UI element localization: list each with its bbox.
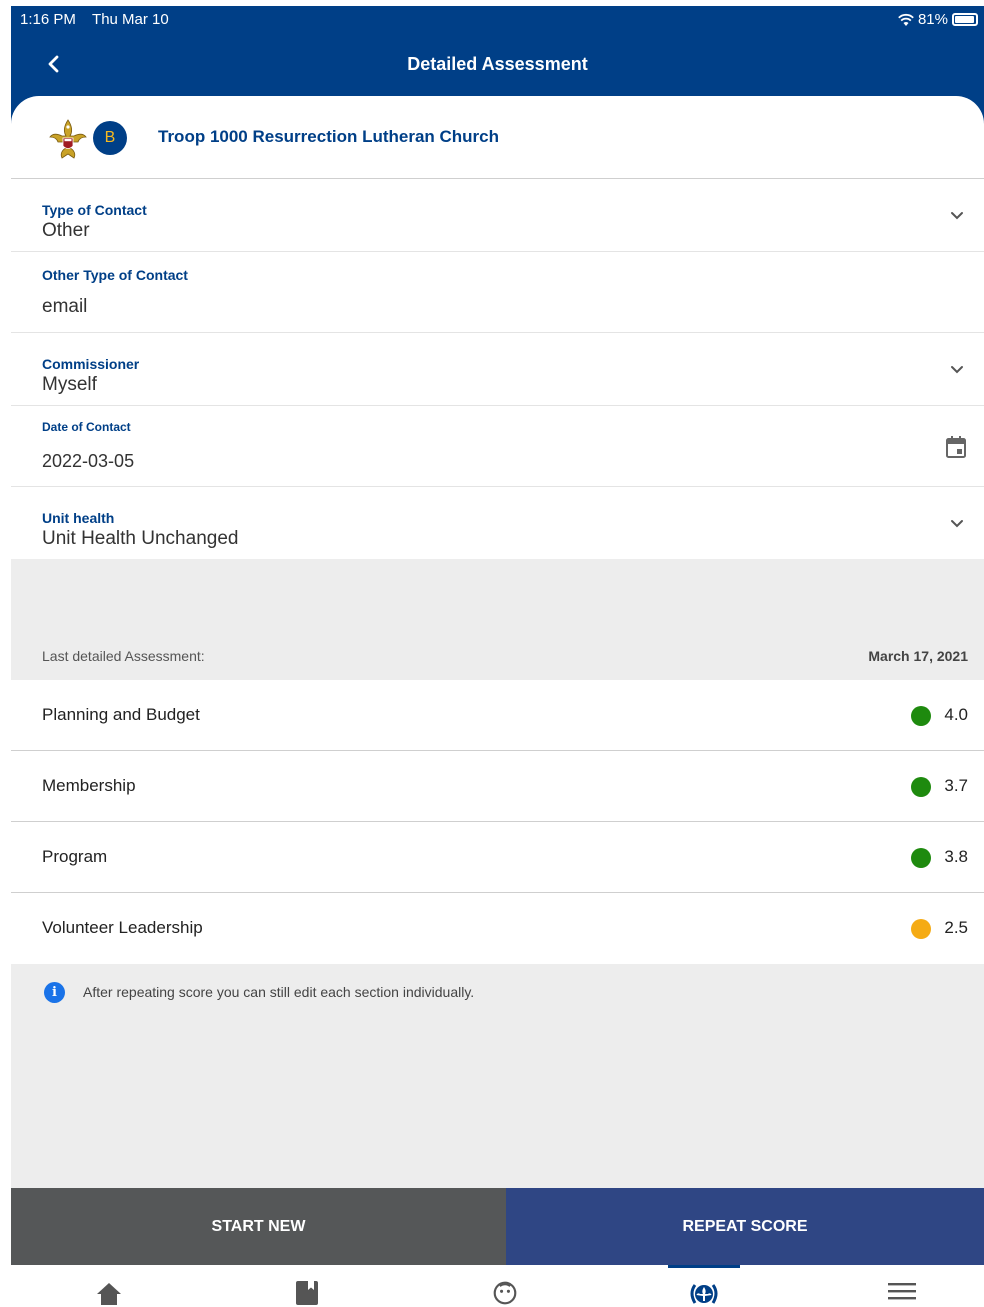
book-icon: [296, 1281, 318, 1305]
info-icon: i: [44, 982, 65, 1003]
score-value: 4.0: [944, 705, 968, 724]
tab-advancement[interactable]: [674, 1265, 734, 1307]
score-value: 3.7: [944, 776, 968, 795]
other-type-of-contact-label: Other Type of Contact: [42, 267, 188, 283]
score-section-name: Volunteer Leadership: [42, 918, 203, 937]
last-assessment-header: Last detailed Assessment: March 17, 2021: [11, 559, 984, 680]
unit-health-label: Unit health: [42, 510, 115, 526]
unit-type-badge: B: [93, 121, 127, 155]
battery-percent: 81%: [917, 11, 948, 28]
score-value: 2.5: [944, 918, 968, 937]
unit-header: B Troop 1000 Resurrection Lutheran Churc…: [11, 96, 984, 179]
start-new-button[interactable]: START NEW: [11, 1188, 506, 1265]
info-text: After repeating score you can still edit…: [83, 984, 475, 1000]
type-of-contact-value: Other: [42, 220, 90, 241]
menu-icon: [888, 1283, 916, 1300]
score-row: Membership 3.7: [11, 751, 984, 822]
type-of-contact-label: Type of Contact: [42, 202, 147, 218]
score-section-name: Membership: [42, 776, 136, 795]
tab-menu[interactable]: [872, 1265, 932, 1307]
home-icon: [97, 1283, 121, 1305]
score-status-dot: [911, 706, 931, 726]
fleur-de-lis-icon: [690, 1284, 718, 1304]
last-assessment-date: March 17, 2021: [868, 648, 968, 664]
score-row: Planning and Budget 4.0: [11, 680, 984, 751]
chevron-down-icon[interactable]: [948, 206, 966, 224]
date-of-contact-label: Date of Contact: [42, 420, 131, 434]
status-time: 1:16 PM: [20, 11, 76, 28]
calendar-icon[interactable]: [946, 436, 966, 458]
score-status-dot: [911, 848, 931, 868]
assessment-card: B Troop 1000 Resurrection Lutheran Churc…: [11, 96, 984, 1307]
status-date: Thu Mar 10: [92, 11, 169, 28]
unit-health-field[interactable]: Unit health Unit Health Unchanged: [11, 487, 984, 559]
battery-icon: [952, 13, 978, 26]
commissioner-field[interactable]: Commissioner Myself: [11, 333, 984, 406]
other-type-of-contact-input[interactable]: email: [42, 296, 87, 318]
unit-name: Troop 1000 Resurrection Lutheran Church: [158, 127, 500, 146]
commissioner-label: Commissioner: [42, 356, 140, 372]
other-type-of-contact-field[interactable]: Other Type of Contact email: [11, 252, 984, 333]
score-status-dot: [911, 919, 931, 939]
tab-book[interactable]: [277, 1265, 337, 1307]
last-assessment-label: Last detailed Assessment:: [42, 648, 205, 664]
tab-home[interactable]: [79, 1265, 139, 1307]
score-status-dot: [911, 777, 931, 797]
date-of-contact-input[interactable]: 2022-03-05: [42, 451, 134, 472]
commissioner-value: Myself: [42, 374, 97, 395]
chevron-down-icon[interactable]: [948, 514, 966, 532]
score-section-name: Program: [42, 847, 108, 866]
score-section-name: Planning and Budget: [42, 705, 200, 724]
bottom-tab-bar: [11, 1265, 984, 1307]
score-row: Program 3.8: [11, 822, 984, 893]
score-row: Volunteer Leadership 2.5: [11, 893, 984, 964]
status-bar: 1:16 PM Thu Mar 10 81%: [11, 6, 984, 32]
date-of-contact-field[interactable]: Date of Contact 2022-03-05: [11, 406, 984, 487]
type-of-contact-field[interactable]: Type of Contact Other: [11, 180, 984, 252]
page-title: Detailed Assessment: [407, 54, 588, 74]
nav-bar: Detailed Assessment: [11, 46, 984, 82]
repeat-score-button[interactable]: REPEAT SCORE: [506, 1188, 984, 1265]
info-banner: i After repeating score you can still ed…: [11, 964, 984, 1188]
score-value: 3.8: [944, 847, 968, 866]
wifi-icon: [898, 13, 914, 26]
face-icon: [493, 1281, 517, 1305]
unit-health-value: Unit Health Unchanged: [42, 528, 239, 549]
bsa-logo-icon: [49, 119, 87, 159]
chevron-down-icon[interactable]: [948, 360, 966, 378]
tab-face[interactable]: [475, 1265, 535, 1307]
